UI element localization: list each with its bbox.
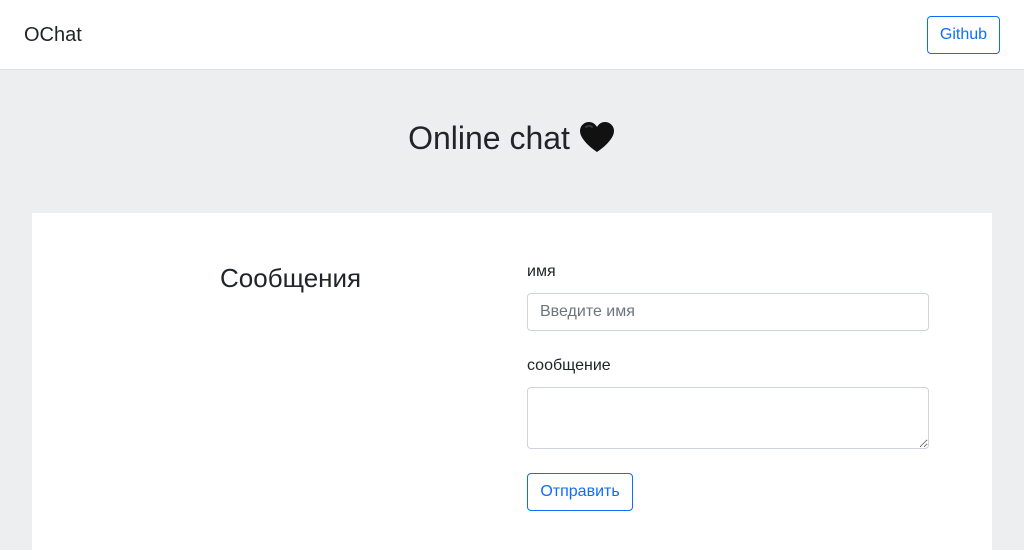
black-heart-icon — [578, 120, 616, 164]
page-title-text: Online chat — [408, 120, 570, 156]
page-title: Online chat — [0, 116, 1024, 164]
send-button[interactable]: Отправить — [527, 473, 633, 511]
message-label: сообщение — [527, 357, 611, 374]
message-textarea[interactable] — [527, 387, 929, 449]
github-button[interactable]: Github — [927, 16, 1000, 54]
chat-card: Сообщения имя сообщение Отправить — [32, 213, 992, 550]
name-input[interactable] — [527, 293, 929, 331]
messages-heading: Сообщения — [220, 263, 362, 293]
name-label: имя — [527, 263, 556, 280]
navbar: OChat Github — [0, 0, 1024, 70]
brand-logo[interactable]: OChat — [24, 22, 82, 48]
